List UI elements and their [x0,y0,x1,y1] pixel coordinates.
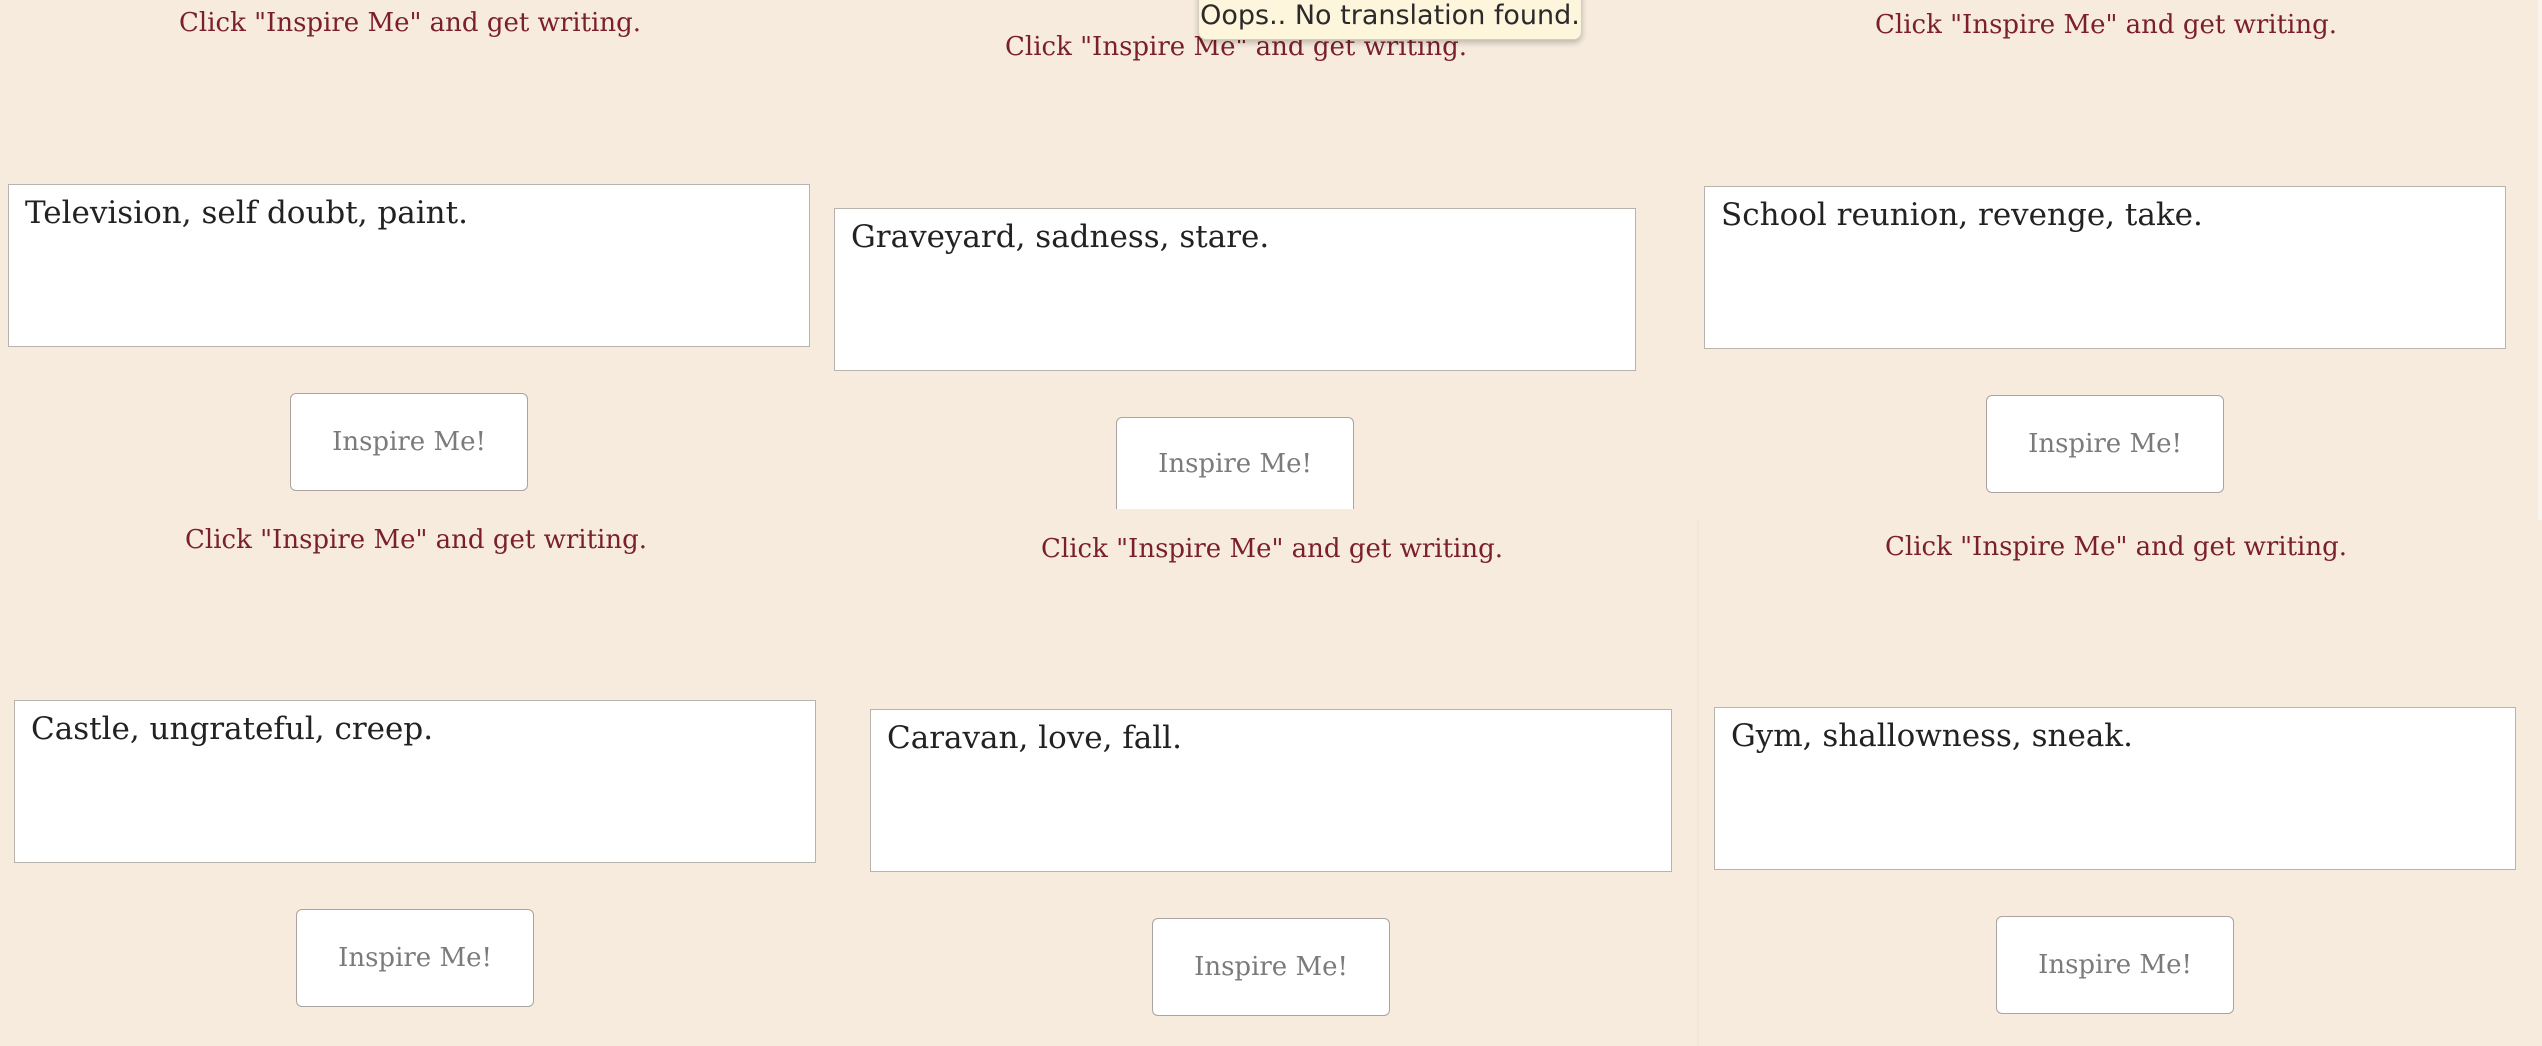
prompt-text-box[interactable]: Television, self doubt, paint. [8,184,810,347]
instruction-text: Click "Inspire Me" and get writing. [1874,10,2337,40]
inspire-me-button[interactable]: Inspire Me! [290,393,528,491]
inspire-me-button[interactable]: Inspire Me! [1996,916,2234,1014]
inspire-me-button[interactable]: Inspire Me! [1986,395,2224,493]
instruction-text: Click "Inspire Me" and get writing. [1040,534,1503,564]
inspire-me-button[interactable]: Inspire Me! [1116,417,1354,509]
instruction-text: Click "Inspire Me" and get writing. [1884,532,2347,562]
clip-edge [1112,509,1356,513]
inspire-me-button[interactable]: Inspire Me! [296,909,534,1007]
prompt-text-box[interactable]: Caravan, love, fall. [870,709,1672,872]
right-edge-strip [2538,0,2542,520]
prompt-text-box[interactable]: Gym, shallowness, sneak. [1714,707,2516,870]
prompt-text-box[interactable]: Graveyard, sadness, stare. [834,208,1636,371]
translation-tooltip: Oops.. No translation found. [1198,0,1582,40]
instruction-text: Click "Inspire Me" and get writing. [178,8,641,38]
instruction-text: Click "Inspire Me" and get writing. [184,525,647,555]
column-divider [1697,520,1699,1046]
inspire-me-button[interactable]: Inspire Me! [1152,918,1390,1016]
prompt-text-box[interactable]: Castle, ungrateful, creep. [14,700,816,863]
prompt-text-box[interactable]: School reunion, revenge, take. [1704,186,2506,349]
